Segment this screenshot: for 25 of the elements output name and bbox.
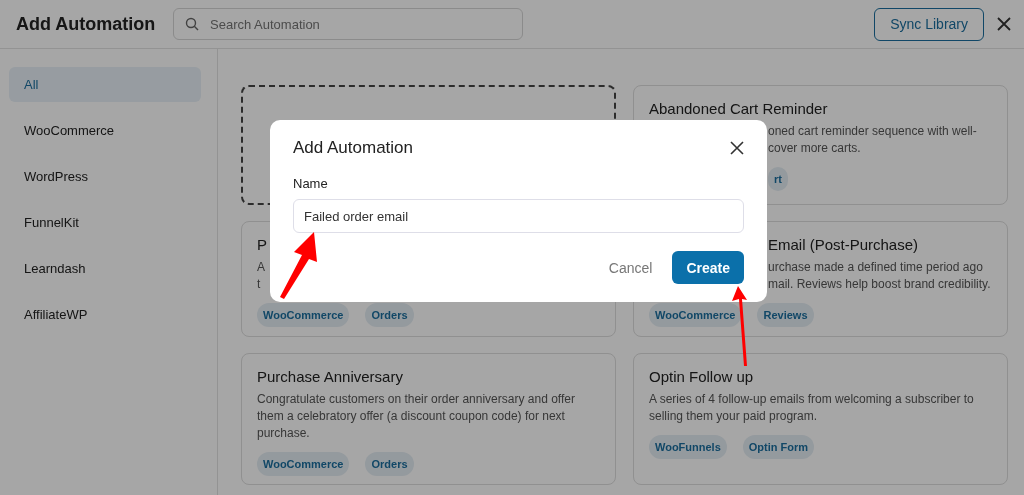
tag: Reviews (757, 303, 814, 327)
card-title: Abandoned Cart Reminder (649, 100, 828, 117)
card-title: P (257, 236, 267, 253)
tag: WooCommerce (257, 452, 350, 476)
card-description: t (257, 276, 261, 293)
tag: rt (768, 167, 788, 191)
card-description: cover more carts. (768, 140, 861, 157)
tag: Orders (365, 452, 414, 476)
tag: WooCommerce (257, 303, 350, 327)
tag: WooFunnels (649, 435, 727, 459)
tag: Orders (365, 303, 414, 327)
card-description: A series of 4 follow-up emails from welcoming a subscriber to selling them your paid program. (649, 391, 975, 425)
tag: WooCommerce (649, 303, 742, 327)
field-label: Name (293, 176, 328, 191)
card-description: urchase made a defined time period ago (768, 259, 983, 276)
card-title: Optin Follow up (649, 368, 754, 385)
card-description: mail. Reviews help boost brand credibility. (768, 276, 991, 293)
modal-title: Add Automation (293, 138, 414, 158)
card-description: A (257, 259, 265, 276)
card-title: Purchase Anniversary (257, 368, 403, 385)
card-description: oned cart reminder sequence with well- (768, 123, 977, 140)
page-title: Add Automation (16, 13, 157, 35)
card-title: Email (Post-Purchase) (768, 236, 919, 253)
card-description: Congratulate customers on their order anniversary and offer them a celebratory offer (a discount coupon code) for next purchase. (257, 391, 576, 442)
tag: Optin Form (742, 435, 815, 459)
